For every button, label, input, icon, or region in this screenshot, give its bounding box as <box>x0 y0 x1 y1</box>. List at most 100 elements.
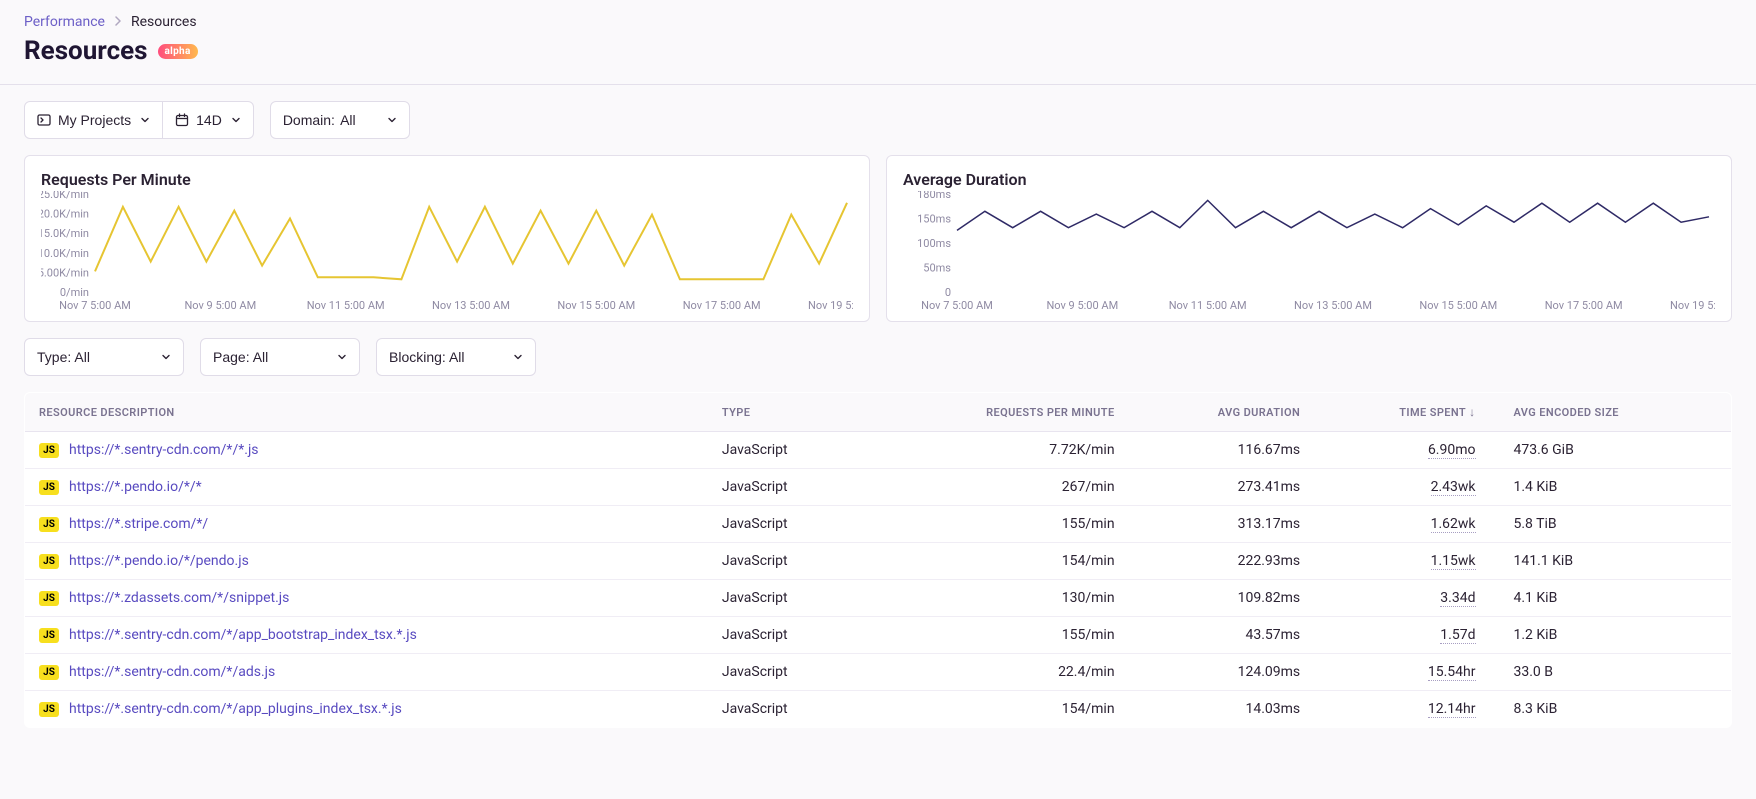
projects-selector[interactable]: My Projects <box>24 101 163 139</box>
cell-size: 141.1 KiB <box>1490 543 1732 580</box>
cell-avg: 14.03ms <box>1129 691 1315 728</box>
cell-avg: 222.93ms <box>1129 543 1315 580</box>
svg-text:Nov 9 5:00 AM: Nov 9 5:00 AM <box>1046 299 1118 311</box>
table-row: JS https://*.sentry-cdn.com/*/app_bootst… <box>25 617 1732 654</box>
rpm-chart-panel: Requests Per Minute 25.0K/min20.0K/min15… <box>24 155 870 322</box>
cell-rpm: 267/min <box>866 469 1129 506</box>
svg-text:25.0K/min: 25.0K/min <box>41 191 89 201</box>
svg-text:Nov 15 5:00 AM: Nov 15 5:00 AM <box>557 299 635 311</box>
projects-label: My Projects <box>58 112 131 128</box>
col-desc[interactable]: Resource Description <box>25 393 708 432</box>
cell-time: 6.90mo <box>1314 432 1489 469</box>
cell-time: 3.34d <box>1314 580 1489 617</box>
svg-text:50ms: 50ms <box>923 262 951 275</box>
cell-time: 12.14hr <box>1314 691 1489 728</box>
chevron-down-icon <box>231 112 241 128</box>
cell-time: 15.54hr <box>1314 654 1489 691</box>
blocking-value: All <box>449 349 465 365</box>
js-badge-icon: JS <box>39 702 59 717</box>
cell-size: 5.8 TiB <box>1490 506 1732 543</box>
resource-link[interactable]: https://*.sentry-cdn.com/*/*.js <box>69 442 259 458</box>
date-range-selector[interactable]: 14D <box>163 101 254 139</box>
chevron-down-icon <box>337 349 347 365</box>
svg-text:Nov 11 5:00 AM: Nov 11 5:00 AM <box>307 299 385 311</box>
domain-selector[interactable]: Domain: All <box>270 101 410 139</box>
resource-link[interactable]: https://*.pendo.io/*/pendo.js <box>69 553 249 569</box>
domain-label: Domain: <box>283 112 335 128</box>
cell-type: JavaScript <box>708 691 866 728</box>
svg-text:Nov 7 5:00 AM: Nov 7 5:00 AM <box>921 299 993 311</box>
blocking-label: Blocking: <box>389 349 446 365</box>
resource-link[interactable]: https://*.pendo.io/*/* <box>69 479 202 495</box>
table-row: JS https://*.pendo.io/*/* JavaScript 267… <box>25 469 1732 506</box>
cell-avg: 313.17ms <box>1129 506 1315 543</box>
js-badge-icon: JS <box>39 591 59 606</box>
page-value: All <box>253 349 269 365</box>
blocking-selector[interactable]: Blocking: All <box>376 338 536 376</box>
col-size[interactable]: Avg Encoded Size <box>1490 393 1732 432</box>
resources-table-wrap: Resource Description Type Requests Per M… <box>0 376 1756 752</box>
cell-time: 1.57d <box>1314 617 1489 654</box>
resource-link[interactable]: https://*.sentry-cdn.com/*/app_bootstrap… <box>69 627 417 643</box>
svg-text:0/min: 0/min <box>60 286 89 299</box>
rpm-chart[interactable]: 25.0K/min20.0K/min15.0K/min10.0K/min5.00… <box>41 191 853 311</box>
cell-avg: 124.09ms <box>1129 654 1315 691</box>
svg-text:150ms: 150ms <box>917 213 951 226</box>
type-selector[interactable]: Type: All <box>24 338 184 376</box>
cell-avg: 43.57ms <box>1129 617 1315 654</box>
cell-size: 8.3 KiB <box>1490 691 1732 728</box>
svg-text:Nov 13 5:00 AM: Nov 13 5:00 AM <box>432 299 510 311</box>
js-badge-icon: JS <box>39 480 59 495</box>
resource-link[interactable]: https://*.sentry-cdn.com/*/app_plugins_i… <box>69 701 402 717</box>
page-label: Page: <box>213 349 250 365</box>
type-label: Type: <box>37 349 71 365</box>
cell-time: 2.43wk <box>1314 469 1489 506</box>
domain-value: All <box>340 112 356 128</box>
svg-text:10.0K/min: 10.0K/min <box>41 247 89 260</box>
resources-table: Resource Description Type Requests Per M… <box>24 392 1732 728</box>
col-time[interactable]: Time Spent↓ <box>1314 393 1489 432</box>
cell-size: 1.4 KiB <box>1490 469 1732 506</box>
cell-size: 473.6 GiB <box>1490 432 1732 469</box>
svg-text:Nov 7 5:00 AM: Nov 7 5:00 AM <box>59 299 131 311</box>
sort-desc-icon: ↓ <box>1469 405 1475 419</box>
js-badge-icon: JS <box>39 443 59 458</box>
col-rpm[interactable]: Requests Per Minute <box>866 393 1129 432</box>
js-badge-icon: JS <box>39 554 59 569</box>
cell-time: 1.15wk <box>1314 543 1489 580</box>
cell-rpm: 130/min <box>866 580 1129 617</box>
col-type[interactable]: Type <box>708 393 866 432</box>
col-avg[interactable]: Avg Duration <box>1129 393 1315 432</box>
duration-chart[interactable]: 180ms150ms100ms50ms0Nov 7 5:00 AMNov 9 5… <box>903 191 1715 311</box>
svg-text:Nov 17 5:00 AM: Nov 17 5:00 AM <box>683 299 761 311</box>
svg-text:Nov 17 5:00 AM: Nov 17 5:00 AM <box>1545 299 1623 311</box>
resource-link[interactable]: https://*.zdassets.com/*/snippet.js <box>69 590 289 606</box>
svg-text:Nov 13 5:00 AM: Nov 13 5:00 AM <box>1294 299 1372 311</box>
breadcrumb-root[interactable]: Performance <box>24 14 105 30</box>
cell-type: JavaScript <box>708 469 866 506</box>
page-title: Resources <box>24 36 148 66</box>
chevron-down-icon <box>387 112 397 128</box>
chevron-down-icon <box>140 112 150 128</box>
breadcrumb-current: Resources <box>131 14 197 30</box>
svg-text:Nov 19 5:00 AM: Nov 19 5:00 AM <box>1670 299 1715 311</box>
cell-size: 4.1 KiB <box>1490 580 1732 617</box>
js-badge-icon: JS <box>39 517 59 532</box>
svg-text:15.0K/min: 15.0K/min <box>41 227 89 240</box>
page-selector[interactable]: Page: All <box>200 338 360 376</box>
resource-link[interactable]: https://*.sentry-cdn.com/*/ads.js <box>69 664 275 680</box>
svg-text:Nov 15 5:00 AM: Nov 15 5:00 AM <box>1419 299 1497 311</box>
rpm-chart-title: Requests Per Minute <box>41 170 853 189</box>
resource-link[interactable]: https://*.stripe.com/*/ <box>69 516 208 532</box>
duration-chart-panel: Average Duration 180ms150ms100ms50ms0Nov… <box>886 155 1732 322</box>
table-row: JS https://*.zdassets.com/*/snippet.js J… <box>25 580 1732 617</box>
svg-text:Nov 11 5:00 AM: Nov 11 5:00 AM <box>1169 299 1247 311</box>
cell-rpm: 154/min <box>866 543 1129 580</box>
type-value: All <box>74 349 90 365</box>
cell-rpm: 155/min <box>866 617 1129 654</box>
project-range-group: My Projects 14D <box>24 101 254 139</box>
primary-filters: My Projects 14D Domain: All <box>0 85 1756 139</box>
js-badge-icon: JS <box>39 665 59 680</box>
cell-avg: 273.41ms <box>1129 469 1315 506</box>
table-row: JS https://*.pendo.io/*/pendo.js JavaScr… <box>25 543 1732 580</box>
